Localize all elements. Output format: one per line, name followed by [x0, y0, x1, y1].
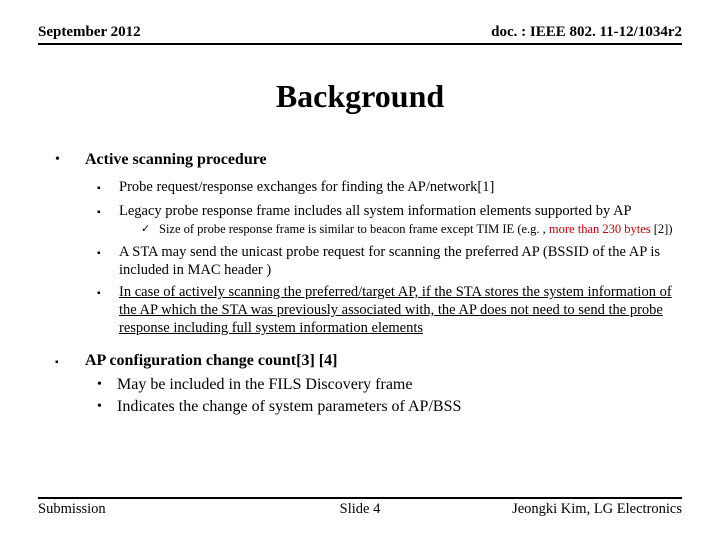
sub-list: ▪ Probe request/response exchanges for f…: [97, 178, 682, 337]
item-text: Probe request/response exchanges for fin…: [119, 178, 494, 198]
dot-bullet-icon: •: [55, 150, 85, 170]
slide-content: • Active scanning procedure ▪ Probe requ…: [55, 150, 682, 419]
item-text: Indicates the change of system parameter…: [117, 397, 461, 417]
item-text: May be included in the FILS Discovery fr…: [117, 375, 412, 395]
item-text: A STA may send the unicast probe request…: [119, 243, 682, 279]
slide-footer: Submission Slide 4 Jeongki Kim, LG Elect…: [38, 497, 682, 518]
header-doc-id: doc. : IEEE 802. 11-12/1034r2: [491, 24, 682, 41]
footer-slide-number: Slide 4: [38, 501, 682, 518]
slide-header: September 2012 doc. : IEEE 802. 11-12/10…: [38, 24, 682, 45]
section-heading: AP configuration change count[3] [4]: [85, 351, 337, 373]
item-text-underlined: In case of actively scanning the preferr…: [119, 283, 682, 337]
header-date: September 2012: [38, 24, 141, 41]
square-bullet-icon: ▪: [97, 178, 119, 198]
check-highlight: more than 230 bytes: [549, 222, 654, 236]
square-bullet-icon: ▪: [97, 283, 119, 337]
dot-bullet-icon: •: [97, 397, 117, 417]
list-item: • May be included in the FILS Discovery …: [97, 375, 682, 395]
square-bullet-icon: ▪: [97, 243, 119, 279]
bullet-item: ▪ AP configuration change count[3] [4]: [55, 351, 682, 373]
check-list: ✓ Size of probe response frame is simila…: [141, 222, 673, 237]
item-text: Legacy probe response frame includes all…: [119, 202, 673, 239]
list-item: ▪ A STA may send the unicast probe reque…: [97, 243, 682, 279]
check-text: Size of probe response frame is similar …: [159, 222, 673, 237]
check-suffix: [2]): [654, 222, 673, 236]
square-bullet-icon: ▪: [97, 202, 119, 239]
section-heading: Active scanning procedure: [85, 150, 267, 170]
check-item: ✓ Size of probe response frame is simila…: [141, 222, 673, 237]
dot-bullet-icon: •: [97, 375, 117, 395]
sub-list: • May be included in the FILS Discovery …: [97, 375, 682, 417]
list-item: • Indicates the change of system paramet…: [97, 397, 682, 417]
bullet-item: • Active scanning procedure: [55, 150, 682, 170]
list-item: ▪ In case of actively scanning the prefe…: [97, 283, 682, 337]
square-bullet-icon: ▪: [55, 351, 85, 373]
slide-title: Background: [0, 78, 720, 115]
check-bullet-icon: ✓: [141, 222, 159, 237]
list-item: ▪ Legacy probe response frame includes a…: [97, 202, 682, 239]
item-text-inner: Legacy probe response frame includes all…: [119, 203, 632, 219]
check-prefix: Size of probe response frame is similar …: [159, 222, 549, 236]
list-item: ▪ Probe request/response exchanges for f…: [97, 178, 682, 198]
